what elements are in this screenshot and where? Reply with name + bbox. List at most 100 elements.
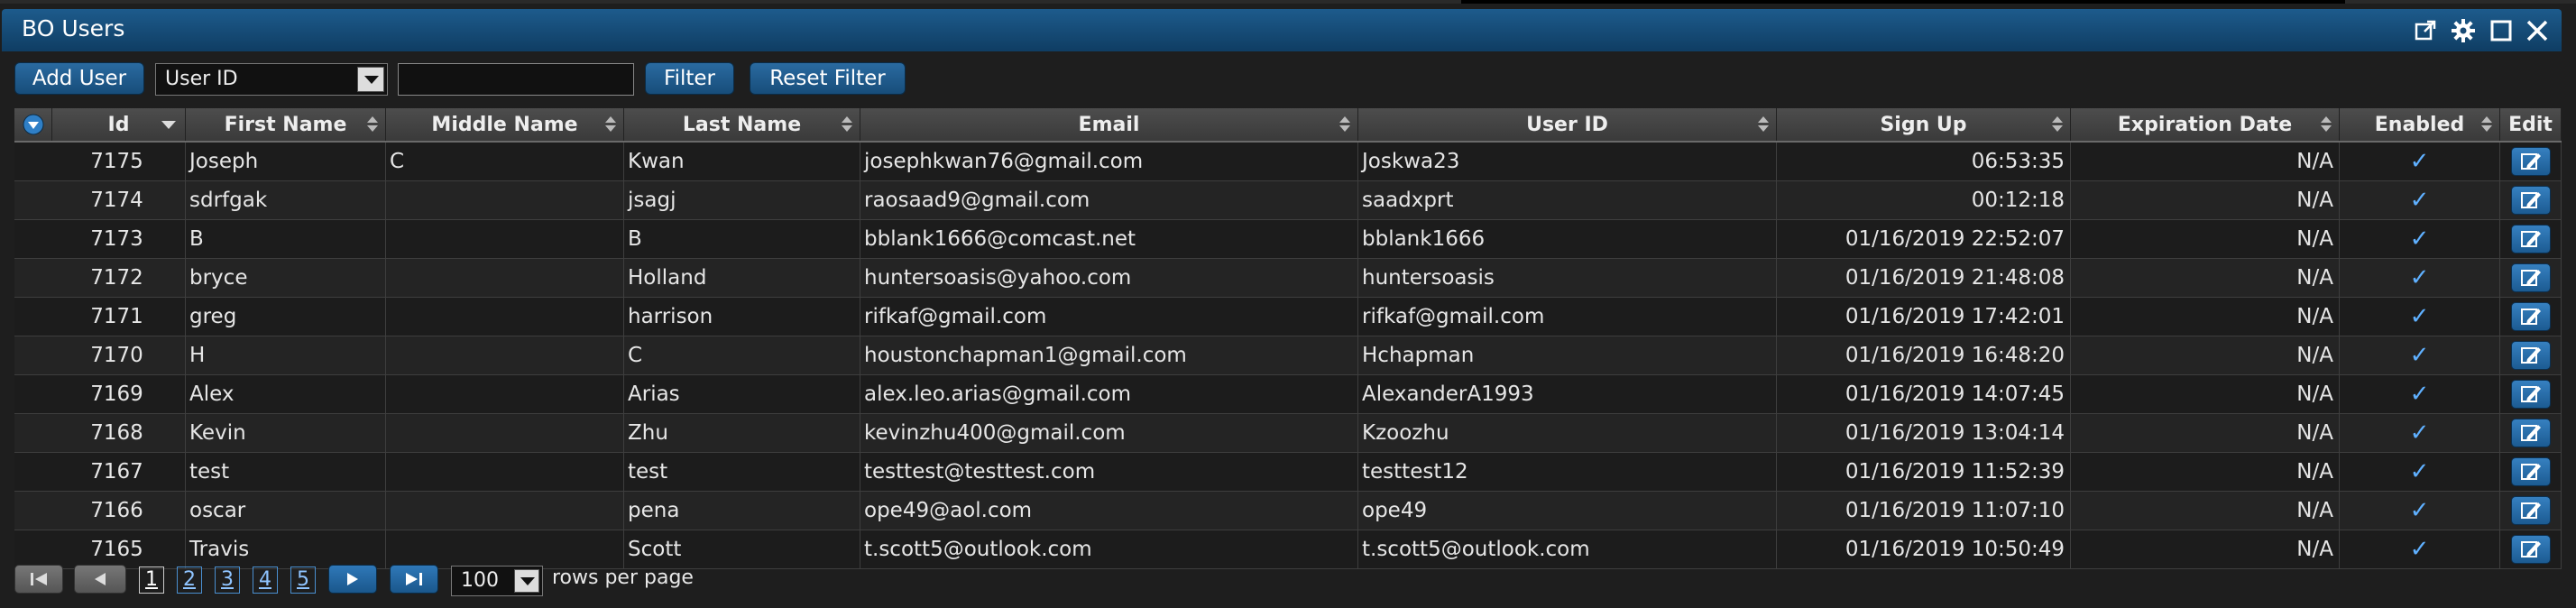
header-user-id[interactable]: User ID bbox=[1358, 108, 1777, 141]
edit-button[interactable] bbox=[2510, 419, 2551, 447]
header-middle-name[interactable]: Middle Name bbox=[386, 108, 624, 141]
gear-icon[interactable] bbox=[2450, 17, 2477, 44]
header-last-name[interactable]: Last Name bbox=[624, 108, 860, 141]
cell-first-name: Kevin bbox=[186, 414, 386, 452]
cell-enabled: ✓ bbox=[2340, 143, 2500, 180]
maximize-icon[interactable] bbox=[2488, 17, 2515, 44]
cell-sign-up: 00:12:18 bbox=[1777, 181, 2071, 219]
cell-email: houstonchapman1@gmail.com bbox=[860, 336, 1358, 374]
header-first-name[interactable]: First Name bbox=[186, 108, 386, 141]
first-page-button[interactable] bbox=[14, 565, 63, 594]
add-user-button[interactable]: Add User bbox=[14, 62, 144, 95]
edit-button[interactable] bbox=[2510, 496, 2551, 525]
cell-first-name: greg bbox=[186, 298, 386, 336]
external-link-icon[interactable] bbox=[2412, 17, 2439, 44]
table-row[interactable]: 7175 Joseph C Kwan josephkwan76@gmail.com Jos… bbox=[14, 143, 2562, 181]
cell-email: huntersoasis@yahoo.com bbox=[860, 259, 1358, 297]
cell-first-name: H bbox=[186, 336, 386, 374]
cell-middle-name bbox=[386, 375, 624, 413]
edit-button[interactable] bbox=[2510, 147, 2551, 176]
table-row[interactable]: 7174 sdrfgak jsagj raosaad9@gmail.com saadxp… bbox=[14, 181, 2562, 220]
table-row[interactable]: 7171 greg harrison rifkaf@gmail.com rifkaf@g… bbox=[14, 298, 2562, 336]
reset-filter-button[interactable]: Reset Filter bbox=[750, 62, 906, 95]
edit-button[interactable] bbox=[2510, 302, 2551, 331]
edit-button[interactable] bbox=[2510, 225, 2551, 253]
cell-enabled: ✓ bbox=[2340, 220, 2500, 258]
cell-expiration-date: N/A bbox=[2071, 220, 2340, 258]
cell-middle-name bbox=[386, 259, 624, 297]
edit-button[interactable] bbox=[2510, 341, 2551, 370]
table-body: 7175 Joseph C Kwan josephkwan76@gmail.com Jos… bbox=[14, 143, 2562, 569]
cell-id: 7175 bbox=[14, 143, 186, 180]
page-link-3[interactable]: 3 bbox=[215, 567, 240, 594]
header-expiration-date[interactable]: Expiration Date bbox=[2071, 108, 2340, 141]
cell-last-name: Zhu bbox=[624, 414, 860, 452]
last-page-button[interactable] bbox=[390, 565, 438, 594]
cell-edit bbox=[2500, 259, 2562, 297]
table-row[interactable]: 7167 test test testtest@testtest.com testtes… bbox=[14, 453, 2562, 492]
cell-user-id: Joskwa23 bbox=[1358, 143, 1777, 180]
cell-last-name: pena bbox=[624, 492, 860, 530]
table-row[interactable]: 7166 oscar pena ope49@aol.com ope49 01/16/201… bbox=[14, 492, 2562, 530]
cell-enabled: ✓ bbox=[2340, 414, 2500, 452]
cell-email: josephkwan76@gmail.com bbox=[860, 143, 1358, 180]
cell-sign-up: 01/16/2019 16:48:20 bbox=[1777, 336, 2071, 374]
cell-sign-up: 01/16/2019 11:07:10 bbox=[1777, 492, 2071, 530]
edit-icon bbox=[2520, 270, 2541, 286]
edit-button[interactable] bbox=[2510, 186, 2551, 215]
cell-sign-up: 01/16/2019 22:52:07 bbox=[1777, 220, 2071, 258]
header-email[interactable]: Email bbox=[860, 108, 1358, 141]
next-page-button[interactable] bbox=[328, 565, 377, 594]
page-link-2[interactable]: 2 bbox=[177, 567, 202, 594]
cell-email: rifkaf@gmail.com bbox=[860, 298, 1358, 336]
cell-expiration-date: N/A bbox=[2071, 414, 2340, 452]
cell-edit bbox=[2500, 414, 2562, 452]
pagination-bar: 1 2 3 4 5 100 rows per page bbox=[0, 561, 2576, 601]
cell-id: 7166 bbox=[14, 492, 186, 530]
edit-icon bbox=[2520, 541, 2541, 557]
cell-edit bbox=[2500, 492, 2562, 530]
edit-button[interactable] bbox=[2510, 457, 2551, 486]
edit-button[interactable] bbox=[2510, 380, 2551, 409]
cell-edit bbox=[2500, 375, 2562, 413]
cell-middle-name bbox=[386, 336, 624, 374]
chevron-down-icon[interactable] bbox=[357, 67, 384, 92]
header-sign-up[interactable]: Sign Up bbox=[1777, 108, 2071, 141]
title-bar: BO Users bbox=[2, 9, 2562, 51]
filter-field-select[interactable]: User ID bbox=[155, 63, 388, 96]
page-link-5[interactable]: 5 bbox=[290, 567, 316, 594]
rows-per-page-value: 100 bbox=[461, 569, 499, 592]
table-row[interactable]: 7173 B Bbblank1666@comcast.net bblank1666 01… bbox=[14, 220, 2562, 259]
page-link-1[interactable]: 1 bbox=[139, 567, 164, 594]
table-row[interactable]: 7172 bryce Holland huntersoasis@yahoo.com hu… bbox=[14, 259, 2562, 298]
chevron-down-icon[interactable] bbox=[514, 569, 539, 593]
filter-text-input[interactable] bbox=[398, 63, 634, 96]
cell-enabled: ✓ bbox=[2340, 181, 2500, 219]
cell-last-name: B bbox=[624, 220, 860, 258]
cell-expiration-date: N/A bbox=[2071, 259, 2340, 297]
header-enabled[interactable]: Enabled bbox=[2340, 108, 2500, 141]
cell-user-id: AlexanderA1993 bbox=[1358, 375, 1777, 413]
cell-email: bblank1666@comcast.net bbox=[860, 220, 1358, 258]
close-icon[interactable] bbox=[2524, 17, 2551, 44]
bo-users-window: BO Users Add User User ID Filter Reset F… bbox=[0, 4, 2576, 608]
sort-icon bbox=[605, 116, 616, 133]
cell-middle-name bbox=[386, 453, 624, 491]
table-header: Id First Name Middle Name Last Name Emai… bbox=[14, 108, 2562, 143]
last-page-icon bbox=[406, 573, 422, 585]
cell-edit bbox=[2500, 336, 2562, 374]
window-title: BO Users bbox=[22, 15, 125, 41]
edit-button[interactable] bbox=[2510, 263, 2551, 292]
cell-first-name: test bbox=[186, 453, 386, 491]
table-row[interactable]: 7168 Kevin Zhu kevinzhu400@gmail.com Kzoozhu… bbox=[14, 414, 2562, 453]
previous-page-button[interactable] bbox=[74, 565, 126, 594]
filter-button[interactable]: Filter bbox=[645, 62, 734, 95]
table-row[interactable]: 7170 H Choustonchapman1@gmail.com Hchapman 0… bbox=[14, 336, 2562, 375]
header-id[interactable]: Id bbox=[52, 108, 186, 141]
page-link-4[interactable]: 4 bbox=[253, 567, 278, 594]
cell-first-name: sdrfgak bbox=[186, 181, 386, 219]
rows-per-page-select[interactable]: 100 bbox=[451, 566, 543, 596]
column-chooser-button[interactable] bbox=[14, 108, 52, 141]
table-row[interactable]: 7169 Alex Arias alex.leo.arias@gmail.com Ale… bbox=[14, 375, 2562, 414]
edit-button[interactable] bbox=[2510, 535, 2551, 564]
